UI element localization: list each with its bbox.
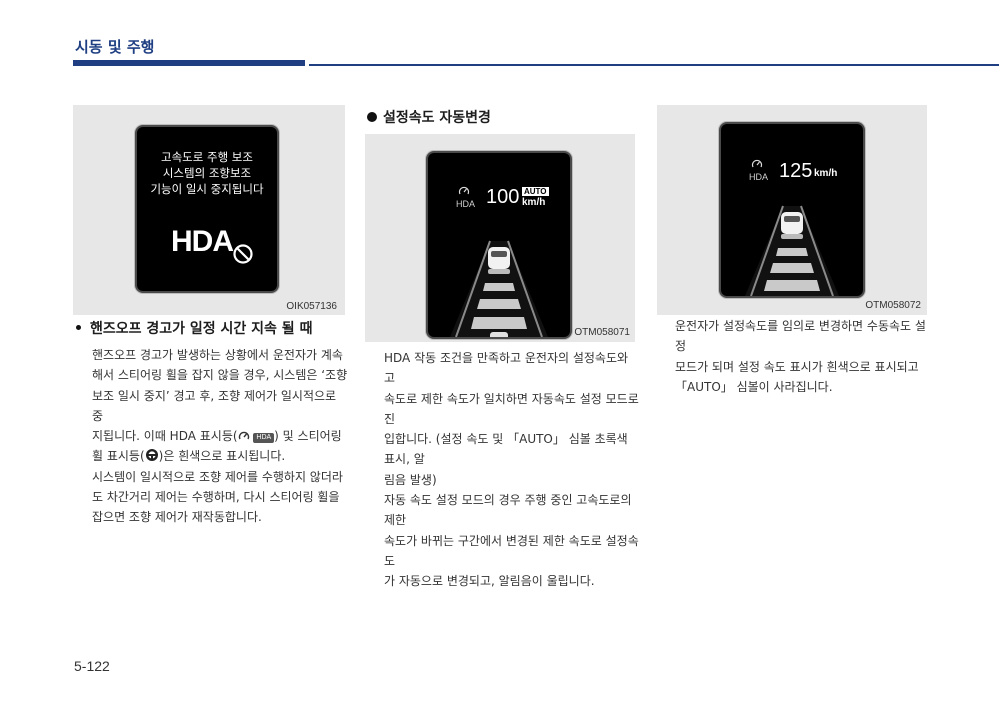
speed-unit: km/h (522, 197, 546, 208)
text-line: 가 자동으로 변경되고, 알림음이 울립니다. (384, 574, 595, 589)
warning-line: 시스템의 조향보조 (162, 166, 252, 180)
figure-code: OTM058072 (865, 300, 921, 311)
cluster-screen: 고속도로 주행 보조 시스템의 조향보조 기능이 일시 중지됩니다 HDA (137, 127, 277, 291)
text-line: 속도가 바뀌는 구간에서 변경된 제한 속도로 설정속도 (384, 533, 639, 568)
text-line: 자동 속도 설정 모드의 경우 주행 중인 고속도로의 제한 (384, 493, 632, 528)
hda-indicator: HDA (749, 172, 769, 182)
text-line: 휠 표시등()은 흰색으로 표시됩니다. (92, 449, 286, 464)
heading-text: 설정속도 자동변경 (383, 110, 491, 126)
section-2-text: HDA 작동 조건을 만족하고 운전자의 설정속도와 고 속도로 제한 속도가 … (384, 348, 640, 592)
hda-off-icon (233, 244, 253, 264)
road-lanes-graphic (745, 205, 839, 296)
text-line: 운전자가 설정속도를 임의로 변경하면 수동속도 설정 (675, 319, 926, 354)
speed-gauge-icon (458, 186, 470, 195)
text-line: 잡으면 조향 제어가 재작동합니다. (92, 510, 262, 525)
bullet-icon (367, 112, 377, 122)
bullet-icon (76, 325, 81, 330)
header-rule (309, 64, 999, 66)
section-heading: 핸즈오프 경고가 일정 시간 지속 될 때 (76, 318, 312, 338)
speed-gauge-icon (238, 432, 249, 440)
text-line: 해서 스티어링 휠을 잡지 않을 경우, 시스템은 ‘조향 (92, 368, 348, 383)
auto-badge: AUTO (522, 187, 549, 196)
speed-unit: km/h (814, 168, 838, 179)
speed-gauge-icon (751, 159, 763, 168)
text-line: 도 차간거리 제어는 수행하며, 다시 스티어링 휠을 (92, 490, 340, 505)
figure-manual-speed: HDA 125 km/h OTM058072 (657, 105, 927, 315)
figure-auto-speed: HDA 100 AUTO km/h OTM058071 (365, 134, 635, 342)
set-speed: 100 (486, 186, 520, 208)
cluster-screen: HDA 100 AUTO km/h (428, 153, 570, 337)
hda-inline-badge: HDA (253, 433, 275, 444)
text-line: 시스템이 일시적으로 조향 제어를 수행하지 않더라 (92, 469, 343, 484)
steering-wheel-icon (145, 449, 158, 462)
figure-hda-suspended: 고속도로 주행 보조 시스템의 조향보조 기능이 일시 중지됩니다 HDA OI… (73, 105, 345, 315)
hda-label: HDA (171, 225, 234, 258)
heading-text: 핸즈오프 경고가 일정 시간 지속 될 때 (90, 321, 313, 337)
cluster-screen: HDA 125 km/h (721, 124, 863, 296)
page-number: 5-122 (74, 658, 110, 674)
text-line: 속도로 제한 속도가 일치하면 자동속도 설정 모드로 진 (384, 391, 639, 426)
text-line: 입합니다. (설정 속도 및 「AUTO」 심볼 초록색 표시, 알 (384, 432, 628, 467)
text-line: 모드가 되며 설정 속도 표시가 흰색으로 표시되고 (675, 359, 919, 374)
text-line: 보조 일시 중지’ 경고 후, 조향 제어가 일시적으로 중 (92, 388, 337, 423)
text-line: 지됩니다. 이때 HDA 표시등( HDA) 및 스티어링 (92, 429, 342, 444)
warning-message: 고속도로 주행 보조 시스템의 조향보조 기능이 일시 중지됩니다 (137, 149, 277, 197)
hda-indicator: HDA (456, 199, 476, 209)
text-line: HDA 작동 조건을 만족하고 운전자의 설정속도와 고 (384, 351, 629, 386)
section-heading: 설정속도 자동변경 (367, 107, 491, 127)
text-line: 림음 발생) (384, 472, 437, 487)
road-lanes-graphic (450, 240, 548, 337)
section-3-text: 운전자가 설정속도를 임의로 변경하면 수동속도 설정 모드가 되며 설정 속도… (675, 316, 931, 397)
figure-code: OTM058071 (574, 327, 630, 338)
section-title: 시동 및 주행 (75, 38, 155, 56)
text-line: 핸즈오프 경고가 발생하는 상황에서 운전자가 계속 (92, 348, 343, 362)
warning-line: 기능이 일시 중지됩니다 (150, 182, 264, 196)
figure-code: OIK057136 (286, 301, 337, 312)
text-line: 「AUTO」 심볼이 사라집니다. (675, 379, 833, 394)
set-speed: 125 (779, 160, 813, 182)
header-accent-bar (73, 60, 305, 66)
warning-line: 고속도로 주행 보조 (161, 150, 253, 164)
section-1-text: 핸즈오프 경고가 발생하는 상황에서 운전자가 계속 해서 스티어링 휠을 잡지… (92, 345, 348, 528)
